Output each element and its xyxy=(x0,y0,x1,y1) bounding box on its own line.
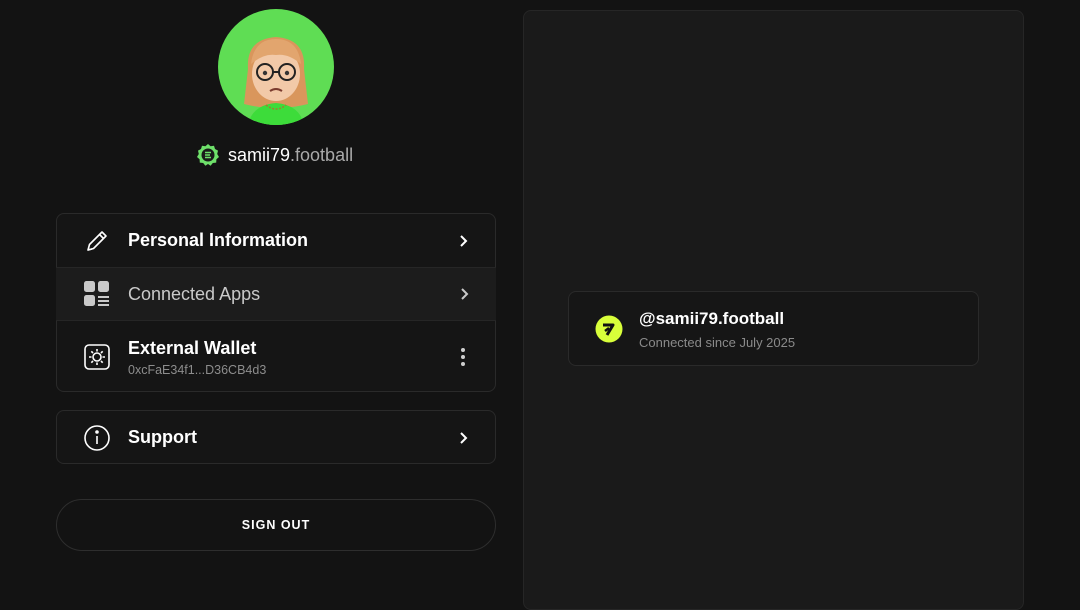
username-domain: .football xyxy=(290,144,354,165)
chevron-right-icon xyxy=(456,286,472,302)
connected-app-card[interactable]: @samii79.football Connected since July 2… xyxy=(568,291,979,366)
menu-item-label: Connected Apps xyxy=(128,283,261,304)
wallet-gear-icon xyxy=(83,343,111,371)
apps-grid-icon xyxy=(83,280,111,308)
app-logo-icon xyxy=(595,315,623,343)
menu-item-personal-information[interactable]: Personal Information xyxy=(57,214,495,267)
menu-item-support[interactable]: Support xyxy=(57,411,495,464)
support-card: Support xyxy=(56,410,496,464)
menu-item-external-wallet[interactable]: External Wallet 0xcFaE34f1...D36CB4d3 xyxy=(57,321,495,393)
menu-item-label: Support xyxy=(128,427,197,447)
pencil-icon xyxy=(83,227,111,255)
username-handle: samii79 xyxy=(228,144,291,165)
connected-app-since: Connected since July 2025 xyxy=(639,335,796,350)
verified-badge-icon xyxy=(196,143,220,167)
avatar xyxy=(218,9,334,125)
chevron-right-icon xyxy=(455,233,471,249)
chevron-right-icon xyxy=(455,430,471,446)
connected-app-name: @samii79.football xyxy=(639,309,785,328)
menu-item-label: Personal Information xyxy=(128,230,309,250)
info-icon xyxy=(83,424,111,452)
username: samii79.football xyxy=(228,145,353,166)
kebab-menu-icon[interactable] xyxy=(455,347,471,367)
account-menu-card: Personal Information Connected Apps Exte… xyxy=(56,213,496,392)
sign-out-button[interactable]: SIGN OUT xyxy=(56,499,496,551)
username-row: samii79.football xyxy=(196,143,353,167)
menu-item-connected-apps[interactable]: Connected Apps xyxy=(56,267,496,321)
menu-item-label: External Wallet xyxy=(128,337,257,358)
wallet-address: 0xcFaE34f1...D36CB4d3 xyxy=(128,362,267,377)
